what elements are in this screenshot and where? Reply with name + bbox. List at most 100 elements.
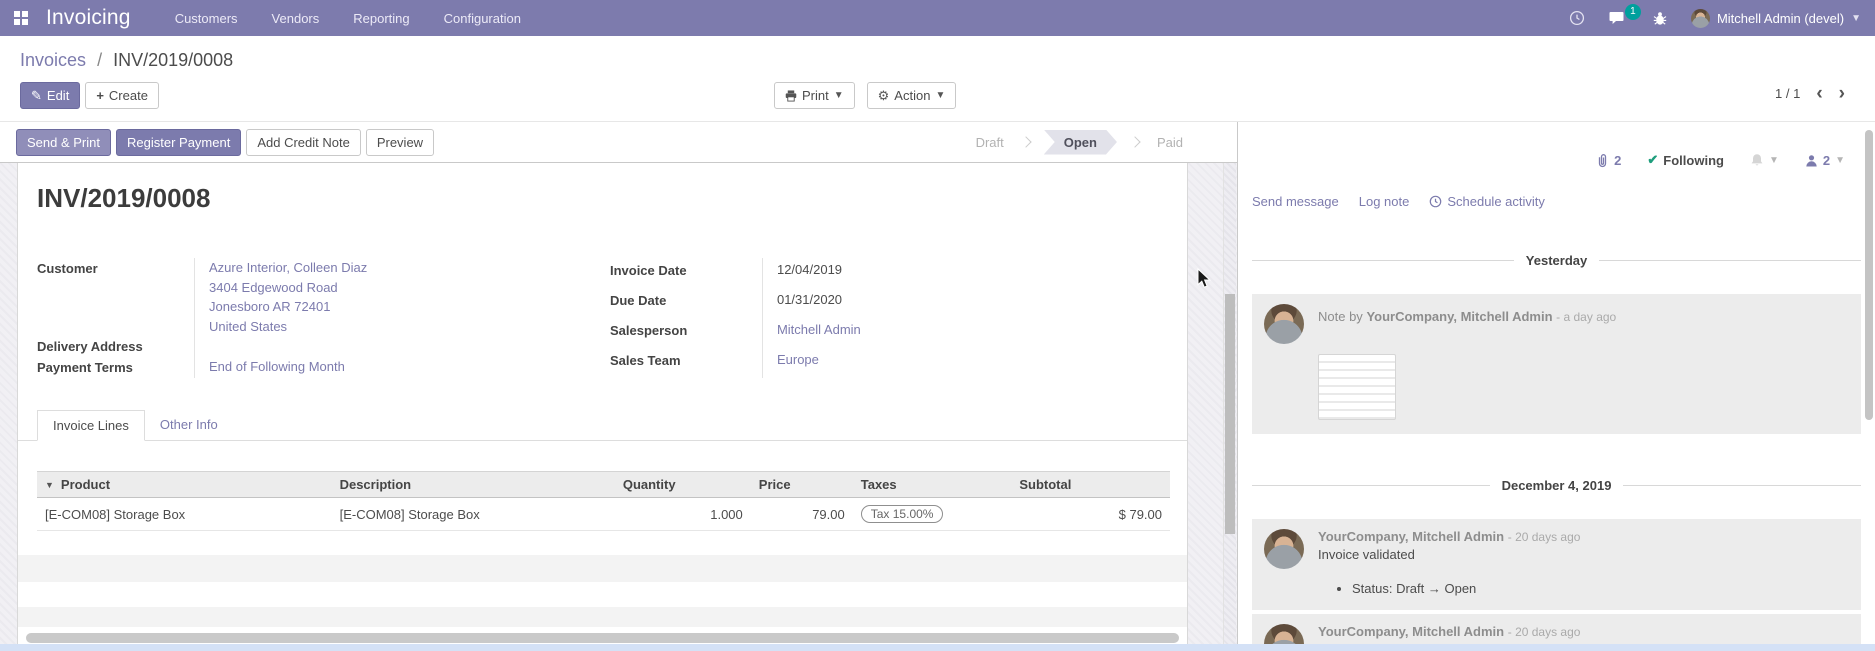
schedule-activity-button[interactable]: Schedule activity xyxy=(1429,194,1545,209)
breadcrumb-invoices[interactable]: Invoices xyxy=(20,50,86,70)
nav-menus: Customers Vendors Reporting Configuratio… xyxy=(175,11,521,26)
action-button[interactable]: ⚙ Action ▼ xyxy=(867,82,957,109)
sort-caret-icon: ▼ xyxy=(45,480,54,490)
col-product[interactable]: ▼Product xyxy=(37,472,332,498)
attachment-count: 2 xyxy=(1614,153,1621,168)
message-time: - a day ago xyxy=(1556,310,1616,324)
menu-configuration[interactable]: Configuration xyxy=(444,11,521,26)
delivery-address-label: Delivery Address xyxy=(37,336,194,357)
check-icon: ✔ xyxy=(1647,152,1658,168)
app-brand[interactable]: Invoicing xyxy=(46,6,131,30)
send-and-print-button[interactable]: Send & Print xyxy=(16,129,111,156)
col-taxes[interactable]: Taxes xyxy=(853,472,1012,498)
bell-icon xyxy=(1750,153,1764,168)
payment-terms-value[interactable]: End of Following Month xyxy=(194,357,610,378)
activity-bell-button[interactable]: ▼ xyxy=(1750,153,1779,168)
attachments-button[interactable]: 2 xyxy=(1596,153,1621,168)
record-actions: Print ▼ ⚙ Action ▼ xyxy=(774,82,956,109)
tab-other-info[interactable]: Other Info xyxy=(145,410,233,440)
chevron-down-icon: ▼ xyxy=(1769,155,1779,166)
author-avatar xyxy=(1264,529,1304,569)
tab-invoice-lines[interactable]: Invoice Lines xyxy=(37,410,145,441)
apps-menu-icon[interactable] xyxy=(14,11,28,25)
message-author[interactable]: YourCompany, Mitchell Admin xyxy=(1318,624,1504,639)
spacer xyxy=(18,531,1187,555)
chatter-scrollbar-thumb[interactable] xyxy=(1865,130,1873,420)
pager-value[interactable]: 1 / 1 xyxy=(1775,86,1800,101)
due-date-label: Due Date xyxy=(610,288,762,318)
table-row[interactable]: [E-COM08] Storage Box [E-COM08] Storage … xyxy=(37,498,1170,531)
sales-team-value[interactable]: Europe xyxy=(762,348,1168,378)
invoice-date-label: Invoice Date xyxy=(610,258,762,288)
breadcrumb-current: INV/2019/0008 xyxy=(113,50,233,70)
empty-stripe xyxy=(18,555,1187,582)
gear-icon: ⚙ xyxy=(878,87,890,104)
following-button[interactable]: ✔ Following xyxy=(1647,152,1724,168)
salesperson-value[interactable]: Mitchell Admin xyxy=(762,318,1168,348)
delivery-address-value xyxy=(194,336,610,357)
send-message-button[interactable]: Send message xyxy=(1252,194,1339,209)
chevron-down-icon: ▼ xyxy=(834,87,844,104)
menu-customers[interactable]: Customers xyxy=(175,11,238,26)
state-paid[interactable]: Paid xyxy=(1153,130,1187,155)
customer-name-link[interactable]: Azure Interior, Colleen Diaz xyxy=(209,258,610,278)
cell-product: [E-COM08] Storage Box xyxy=(37,498,332,531)
pager-previous-icon[interactable]: ‹ xyxy=(1816,84,1822,103)
print-button[interactable]: Print ▼ xyxy=(774,82,855,109)
form-view-background: INV/2019/0008 Customer Azure Interior, C… xyxy=(0,163,1237,651)
chatter-message: YourCompany, Mitchell Admin - 20 days ag… xyxy=(1252,519,1861,610)
edit-button[interactable]: ✎ Edit xyxy=(20,82,80,109)
cell-taxes: Tax 15.00% xyxy=(853,498,1012,531)
menu-vendors[interactable]: Vendors xyxy=(272,11,320,26)
control-panel-buttons: ✎ Edit + Create Print ▼ ⚙ Action ▼ 1 / 1… xyxy=(20,82,1859,109)
divider-label: December 4, 2019 xyxy=(1502,478,1612,493)
chevron-down-icon: ▼ xyxy=(1851,13,1861,24)
message-meta: Note by YourCompany, Mitchell Admin - a … xyxy=(1318,304,1616,344)
customer-country[interactable]: United States xyxy=(209,317,610,337)
horizontal-scrollbar[interactable] xyxy=(26,633,1179,643)
message-body: Invoice validated xyxy=(1318,547,1580,562)
customer-city[interactable]: Jonesboro AR 72401 xyxy=(209,297,610,317)
col-price[interactable]: Price xyxy=(751,472,853,498)
state-arrow-icon xyxy=(1129,136,1140,147)
statusbar-row: Send & Print Register Payment Add Credit… xyxy=(0,122,1237,163)
paperclip-icon xyxy=(1596,153,1609,168)
chatter-panel: 2 ✔ Following ▼ 2 ▼ Send message Log not… xyxy=(1237,122,1875,651)
message-author[interactable]: YourCompany, Mitchell Admin xyxy=(1318,529,1504,544)
col-quantity[interactable]: Quantity xyxy=(615,472,751,498)
pencil-icon: ✎ xyxy=(31,87,42,104)
log-note-button[interactable]: Log note xyxy=(1359,194,1410,209)
state-draft[interactable]: Draft xyxy=(972,130,1008,155)
preview-button[interactable]: Preview xyxy=(366,129,434,156)
create-button[interactable]: + Create xyxy=(85,82,159,109)
message-author[interactable]: YourCompany, Mitchell Admin xyxy=(1366,309,1552,324)
menu-reporting[interactable]: Reporting xyxy=(353,11,409,26)
plus-icon: + xyxy=(96,87,104,104)
main-vertical-scrollbar-thumb[interactable] xyxy=(1225,294,1235,534)
col-subtotal[interactable]: Subtotal xyxy=(1011,472,1170,498)
activities-clock-icon[interactable] xyxy=(1569,10,1585,26)
debug-bug-icon[interactable] xyxy=(1653,11,1667,26)
state-open[interactable]: Open xyxy=(1044,130,1117,155)
followers-button[interactable]: 2 ▼ xyxy=(1805,153,1845,168)
printer-icon xyxy=(785,90,797,102)
add-credit-note-button[interactable]: Add Credit Note xyxy=(246,129,361,156)
customer-street[interactable]: 3404 Edgewood Road xyxy=(209,278,610,298)
chevron-down-icon: ▼ xyxy=(935,87,945,104)
pager: 1 / 1 ‹ › xyxy=(1775,84,1845,103)
attachment-thumbnail[interactable] xyxy=(1318,354,1396,420)
pager-next-icon[interactable]: › xyxy=(1839,84,1845,103)
customer-label: Customer xyxy=(37,258,194,336)
user-menu[interactable]: Mitchell Admin (devel) ▼ xyxy=(1691,9,1861,28)
col-description[interactable]: Description xyxy=(332,472,615,498)
body-row: Send & Print Register Payment Add Credit… xyxy=(0,122,1875,651)
messages-icon[interactable]: 1 xyxy=(1609,11,1629,26)
author-avatar xyxy=(1264,304,1304,344)
main-vertical-scrollbar-track[interactable] xyxy=(1223,163,1236,651)
cell-quantity: 1.000 xyxy=(615,498,751,531)
salesperson-label: Salesperson xyxy=(610,318,762,348)
invoice-lines-table: ▼Product Description Quantity Price Taxe… xyxy=(37,471,1170,531)
top-navbar: Invoicing Customers Vendors Reporting Co… xyxy=(0,0,1875,36)
register-payment-button[interactable]: Register Payment xyxy=(116,129,241,156)
cell-subtotal: $ 79.00 xyxy=(1011,498,1170,531)
